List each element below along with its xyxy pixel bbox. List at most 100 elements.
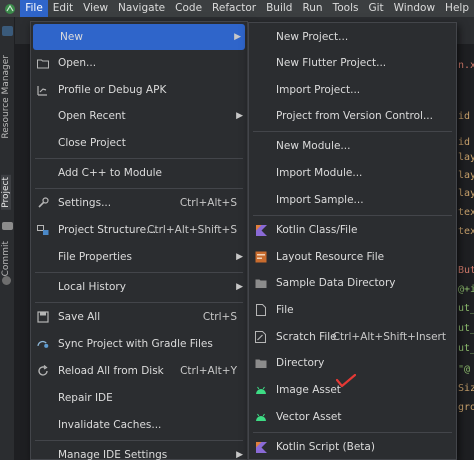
menu-item-label: Sync Project with Gradle Files <box>58 338 213 350</box>
code-fragment: @+i <box>458 284 474 295</box>
menu-item-label: Project Structure... <box>58 224 157 236</box>
kotlin-class-file-item[interactable]: Kotlin Class/File <box>249 217 456 243</box>
apk-icon <box>37 84 49 96</box>
menu-separator <box>35 158 243 159</box>
kotlin-script-item[interactable]: Kotlin Script (Beta) <box>249 434 456 460</box>
submenu-arrow-icon: ▶ <box>234 32 241 42</box>
scratch-file-item[interactable]: Scratch File Ctrl+Alt+Shift+Insert <box>249 324 456 350</box>
sample-data-directory-item[interactable]: Sample Data Directory <box>249 270 456 296</box>
new-module-item[interactable]: New Module... <box>249 133 456 159</box>
menu-separator <box>253 215 452 216</box>
shortcut-label: Ctrl+Alt+Shift+S <box>147 224 237 236</box>
file-menu-local-history[interactable]: Local History ▶ <box>31 274 247 300</box>
menu-separator <box>35 302 243 303</box>
vector-asset-item[interactable]: Vector Asset <box>249 404 456 430</box>
resource-manager-icon[interactable] <box>2 26 13 36</box>
android-icon <box>255 384 267 396</box>
menu-item-label: Directory <box>276 357 325 369</box>
code-fragment: gro <box>458 402 474 413</box>
new-flutter-project-item[interactable]: New Flutter Project... <box>249 50 456 76</box>
shortcut-label: Ctrl+S <box>202 311 237 323</box>
file-menu-file-properties[interactable]: File Properties ▶ <box>31 244 247 270</box>
menu-view[interactable]: View <box>78 0 113 17</box>
code-fragment: ut_ <box>458 323 474 334</box>
file-menu-project-structure[interactable]: Project Structure... Ctrl+Alt+Shift+S <box>31 217 247 243</box>
import-module-item[interactable]: Import Module... <box>249 160 456 186</box>
menu-item-label: Open Recent <box>58 110 126 122</box>
submenu-arrow-icon: ▶ <box>236 252 243 262</box>
menu-file[interactable]: File <box>20 0 48 17</box>
menu-item-label: File <box>276 304 294 316</box>
import-project-item[interactable]: Import Project... <box>249 77 456 103</box>
wrench-icon <box>37 197 49 209</box>
menu-item-label: Project from Version Control... <box>276 110 433 122</box>
file-item[interactable]: File <box>249 297 456 323</box>
menu-tools[interactable]: Tools <box>328 0 364 17</box>
file-menu-open-recent[interactable]: Open Recent ▶ <box>31 103 247 129</box>
code-fragment: ut_ <box>458 343 474 354</box>
menu-item-label: Kotlin Script (Beta) <box>276 441 375 453</box>
new-project-item[interactable]: New Project... <box>249 24 456 50</box>
left-tool-strip: Resource Manager Project Commit <box>0 17 15 460</box>
layout-resource-file-item[interactable]: Layout Resource File <box>249 244 456 270</box>
reload-icon <box>37 365 49 377</box>
menu-item-label: New <box>60 31 83 43</box>
menu-item-label: Invalidate Caches... <box>58 419 162 431</box>
scratch-icon <box>255 331 267 343</box>
menu-item-label: Layout Resource File <box>276 251 385 263</box>
menu-git[interactable]: Git <box>363 0 388 17</box>
code-fragment: id <box>458 137 471 148</box>
file-menu-add-cpp[interactable]: Add C++ to Module <box>31 160 247 186</box>
file-menu-profile-apk[interactable]: Profile or Debug APK <box>31 77 247 103</box>
folder-icon <box>255 277 267 289</box>
project-folder-icon[interactable] <box>2 222 13 230</box>
menu-item-label: Import Module... <box>276 167 363 179</box>
code-fragment: ut_ <box>458 303 474 314</box>
save-icon <box>37 311 49 323</box>
menu-item-label: New Project... <box>276 31 349 43</box>
menu-separator <box>35 272 243 273</box>
project-from-vcs-item[interactable]: Project from Version Control... <box>249 103 456 129</box>
file-menu-new[interactable]: New ▶ <box>33 24 245 50</box>
menu-edit[interactable]: Edit <box>48 0 78 17</box>
code-fragment: tex <box>458 207 474 218</box>
file-menu-open[interactable]: Open... <box>31 50 247 76</box>
project-tab[interactable]: Project <box>1 175 11 210</box>
menu-run[interactable]: Run <box>297 0 327 17</box>
file-menu-manage-ide-settings[interactable]: Manage IDE Settings ▶ <box>31 442 247 460</box>
menu-help[interactable]: Help <box>440 0 474 17</box>
menu-navigate[interactable]: Navigate <box>113 0 170 17</box>
menu-code[interactable]: Code <box>170 0 207 17</box>
menu-item-label: Import Project... <box>276 84 361 96</box>
file-icon <box>255 304 267 316</box>
menu-separator <box>35 188 243 189</box>
gradle-sync-icon <box>37 338 49 350</box>
menu-item-label: Profile or Debug APK <box>58 84 167 96</box>
code-fragment: tex <box>458 226 474 237</box>
menu-item-label: New Module... <box>276 140 351 152</box>
directory-item[interactable]: Directory <box>249 350 456 376</box>
file-menu-repair-ide[interactable]: Repair IDE <box>31 385 247 411</box>
menu-refactor[interactable]: Refactor <box>207 0 261 17</box>
file-menu-save-all[interactable]: Save All Ctrl+S <box>31 304 247 330</box>
file-menu-close-project[interactable]: Close Project <box>31 130 247 156</box>
code-fragment: "@ <box>458 364 471 375</box>
code-fragment: Siz <box>458 383 474 394</box>
commit-tab[interactable]: Commit <box>1 241 11 276</box>
file-menu-settings[interactable]: Settings... Ctrl+Alt+S <box>31 190 247 216</box>
menu-item-label: Save All <box>58 311 101 323</box>
resource-manager-tab[interactable]: Resource Manager <box>1 55 11 139</box>
file-menu-reload-all[interactable]: Reload All from Disk Ctrl+Alt+Y <box>31 358 247 384</box>
file-menu-sync-gradle[interactable]: Sync Project with Gradle Files <box>31 331 247 357</box>
menu-build[interactable]: Build <box>261 0 297 17</box>
kotlin-icon <box>255 441 267 453</box>
file-menu-invalidate-caches[interactable]: Invalidate Caches... <box>31 412 247 438</box>
menu-window[interactable]: Window <box>389 0 440 17</box>
project-structure-icon <box>37 224 49 236</box>
menu-separator <box>253 131 452 132</box>
shortcut-label: Ctrl+Alt+Shift+Insert <box>332 331 446 343</box>
file-menu: New ▶ Open... Profile or Debug APK Open … <box>30 21 248 460</box>
import-sample-item[interactable]: Import Sample... <box>249 187 456 213</box>
commit-icon[interactable] <box>2 276 11 285</box>
menu-separator <box>35 440 243 441</box>
